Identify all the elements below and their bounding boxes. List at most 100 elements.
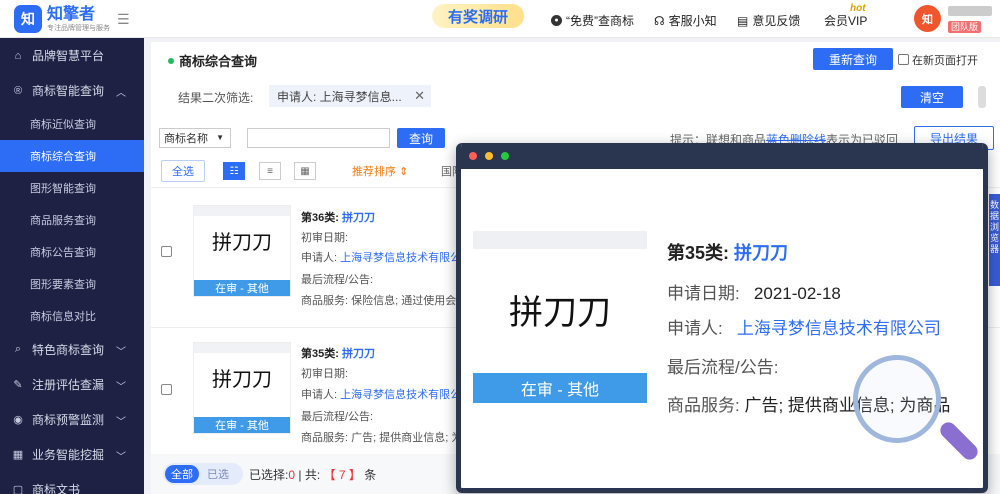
zoomed-trademark-image: 拼刀刀 在审 - 其他 — [473, 231, 647, 403]
sidebar-item-monitoring[interactable]: ◉ 商标预警监测 ﹀ — [0, 402, 144, 437]
secondary-filter-label: 结果二次筛选: — [178, 91, 254, 105]
customer-service-link[interactable]: ☊ 客服小知 — [654, 12, 717, 29]
trademark-image[interactable]: 拼刀刀 在审 - 其他 — [193, 205, 291, 297]
magnifier-handle — [937, 419, 981, 463]
card-date: 初审日期: — [301, 232, 349, 244]
sidebar-sub-graphic-search[interactable]: 图形智能查询 — [0, 172, 144, 204]
clear-button[interactable]: 清空 — [901, 86, 963, 108]
card-date: 初审日期: — [301, 368, 349, 380]
close-icon[interactable]: ✕ — [414, 88, 425, 104]
applicant-filter-tag: 申请人: 上海寻梦信息... ✕ — [269, 85, 431, 107]
sort-arrows-icon: ⇕ — [399, 166, 409, 178]
search-input[interactable] — [247, 128, 390, 148]
sort-dropdown[interactable]: 推荐排序 ⇕ — [352, 163, 408, 179]
footer-selected-button[interactable]: 已选 — [207, 466, 229, 482]
new-page-label: 在新页面打开 — [912, 55, 978, 67]
window-titlebar — [461, 143, 983, 169]
sidebar-item-business-mining[interactable]: ▦ 业务智能挖掘 ﹀ — [0, 437, 144, 472]
zoomed-flow: 最后流程/公告: — [667, 358, 779, 377]
trademark-icon: ® — [13, 84, 23, 97]
hot-badge: hot — [850, 3, 866, 14]
sidebar-sub-similar-search[interactable]: 商标近似查询 — [0, 108, 144, 140]
status-badge: 在审 - 其他 — [194, 280, 290, 296]
row-checkbox[interactable] — [161, 246, 172, 257]
document-icon: ▤ — [737, 13, 749, 28]
card-applicant: 申请人: 上海寻梦信息技术有限公 — [301, 389, 462, 401]
monitor-icon: ◉ — [13, 414, 23, 426]
survey-promo-banner[interactable]: 有奖调研 — [432, 4, 524, 28]
team-edition-badge: 团队版 — [948, 21, 982, 33]
logo-mark: 知 — [14, 5, 42, 33]
search-button[interactable]: 查询 — [397, 128, 445, 148]
search-icon: ⌕ — [14, 343, 22, 355]
minimize-dot-icon[interactable] — [485, 152, 493, 160]
top-header: 知 知擎者 专注品牌管理与服务 ☰ 有奖调研 ● “免费”查商标 ☊ 客服小知 ▤ 意… — [0, 0, 1000, 38]
sidebar-sub-comprehensive-search[interactable]: 商标综合查询 — [0, 140, 144, 172]
card-view-icon[interactable]: ☷ — [223, 162, 245, 180]
sidebar-sub-notice-search[interactable]: 商标公告查询 — [0, 236, 144, 268]
chevron-down-icon: ﹀ — [116, 452, 126, 463]
globe-icon: ● — [551, 15, 562, 26]
card-title[interactable]: 第36类: 拼刀刀 — [301, 208, 375, 228]
selection-count: 已选择:0 | 共: 【 7 】 条 — [249, 468, 377, 482]
card-goods: 商品服务: 广告; 提供商业信息; 为 — [301, 432, 463, 444]
sidebar-sub-goods-search[interactable]: 商品服务查询 — [0, 204, 144, 236]
field-select[interactable]: 商标名称 ▼ — [159, 128, 231, 148]
sidebar-sub-element-search[interactable]: 图形要素查询 — [0, 268, 144, 300]
menu-toggle-icon[interactable]: ☰ — [117, 11, 130, 28]
trademark-text: 拼刀刀 — [212, 369, 272, 391]
select-all-button[interactable]: 全选 — [161, 160, 205, 182]
vip-link[interactable]: 会员VIP — [824, 12, 867, 29]
logo-subtitle: 专注品牌管理与服务 — [47, 24, 110, 32]
logo-name: 知擎者 — [47, 5, 96, 23]
home-icon: ⌂ — [14, 49, 22, 62]
row-checkbox[interactable] — [161, 384, 172, 395]
page-title: 商标综合查询 — [168, 51, 257, 70]
zoomed-date: 申请日期: 2021-02-18 — [667, 284, 841, 303]
filter-scrollbar[interactable] — [978, 86, 986, 108]
sidebar-item-brand-platform[interactable]: ⌂ 品牌智慧平台 — [0, 38, 144, 73]
card-title[interactable]: 第35类: 拼刀刀 — [301, 344, 375, 364]
logo[interactable]: 知 知擎者 专注品牌管理与服务 — [14, 5, 110, 33]
sidebar-item-documents[interactable]: ▢ 商标文书 — [0, 472, 144, 494]
avatar[interactable]: 知 — [914, 5, 941, 32]
trademark-text: 拼刀刀 — [212, 232, 272, 254]
requery-button[interactable]: 重新查询 — [813, 48, 893, 70]
magnifier-icon — [853, 355, 941, 443]
trademark-image[interactable]: 拼刀刀 在审 - 其他 — [193, 342, 291, 434]
zoomed-trademark-text: 拼刀刀 — [509, 294, 611, 332]
card-applicant: 申请人: 上海寻梦信息技术有限公 — [301, 252, 462, 264]
data-browser-tab[interactable]: 数据浏览器 — [989, 194, 1000, 286]
free-search-link[interactable]: ● “免费”查商标 — [551, 12, 634, 29]
close-dot-icon[interactable] — [469, 152, 477, 160]
zoomed-applicant: 申请人: 上海寻梦信息技术有限公司 — [667, 319, 941, 338]
card-flow: 最后流程/公告: — [301, 274, 374, 286]
edit-icon: ✎ — [13, 379, 23, 391]
file-icon: ▢ — [12, 484, 24, 494]
status-badge: 在审 - 其他 — [194, 417, 290, 433]
card-goods: 商品服务: 保险信息; 通过使用会员 — [301, 295, 468, 307]
zoomed-status-badge: 在审 - 其他 — [473, 373, 647, 403]
username-blurred — [948, 6, 992, 16]
new-page-checkbox[interactable] — [898, 54, 909, 65]
sidebar-item-smart-search[interactable]: ® 商标智能查询 ︿ — [0, 73, 144, 108]
footer-toggle: 全部 已选 — [163, 463, 243, 485]
card-flow: 最后流程/公告: — [301, 411, 374, 423]
footer-all-button[interactable]: 全部 — [165, 465, 199, 483]
sidebar-sub-compare[interactable]: 商标信息对比 — [0, 300, 144, 332]
chevron-up-icon: ︿ — [116, 88, 126, 99]
zoomed-title: 第35类: 拼刀刀 — [667, 243, 789, 263]
sidebar-item-special-search[interactable]: ⌕ 特色商标查询 ﹀ — [0, 332, 144, 367]
chevron-down-icon: ﹀ — [116, 347, 126, 358]
layers-icon: ▦ — [12, 449, 24, 461]
maximize-dot-icon[interactable] — [501, 152, 509, 160]
zoom-preview-window: 拼刀刀 在审 - 其他 第35类: 拼刀刀 申请日期: 2021-02-18 申… — [456, 143, 988, 493]
feedback-link[interactable]: ▤ 意见反馈 — [737, 12, 800, 29]
title-dot — [168, 57, 174, 64]
headset-icon: ☊ — [654, 13, 665, 28]
sidebar: ⌂ 品牌智慧平台 ® 商标智能查询 ︿ 商标近似查询 商标综合查询 图形智能查询 商品… — [0, 38, 144, 494]
caret-down-icon: ▼ — [216, 133, 224, 142]
grid-view-icon[interactable]: ▦ — [294, 162, 316, 180]
list-view-icon[interactable]: ≡ — [259, 162, 281, 180]
sidebar-item-registration-check[interactable]: ✎ 注册评估查漏 ﹀ — [0, 367, 144, 402]
